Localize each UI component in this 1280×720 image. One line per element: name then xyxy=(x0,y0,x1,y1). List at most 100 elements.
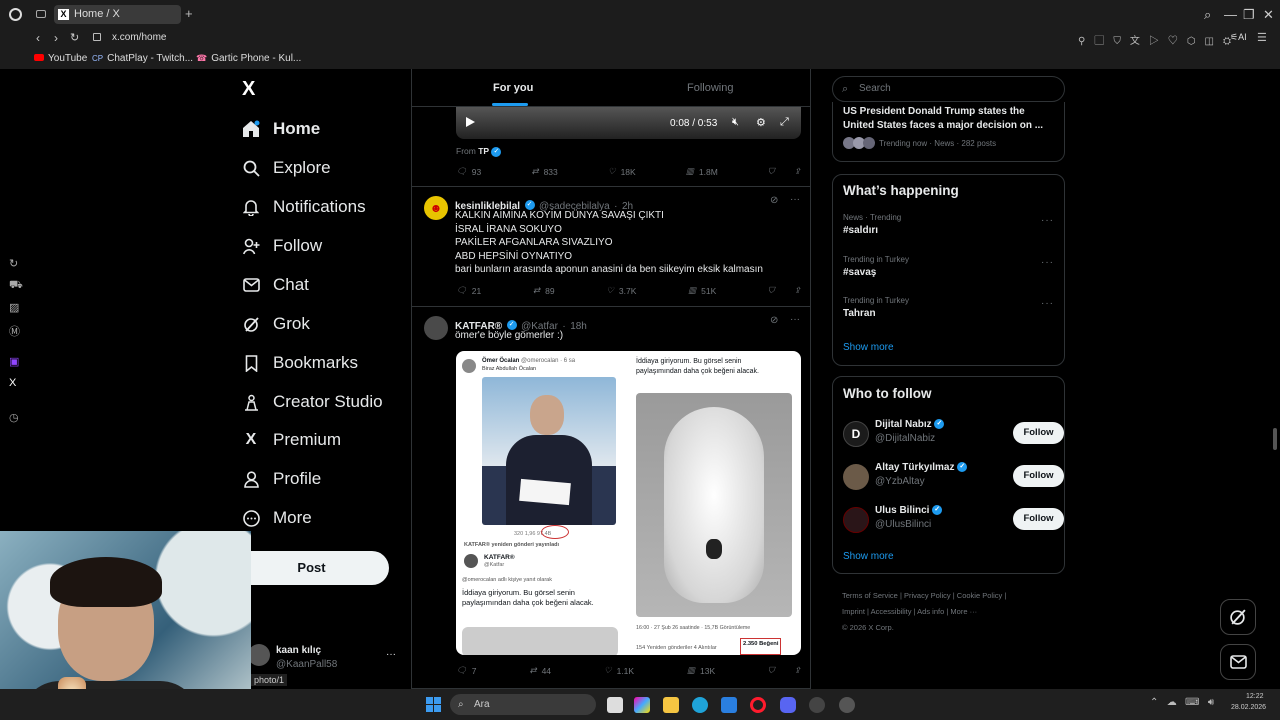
browser-tab[interactable]: X Home / X xyxy=(54,5,181,24)
tweet[interactable]: KATFAR® ✓ @Katfar · 18h ⊘ ··· ömer'e böy… xyxy=(412,307,810,689)
search-input[interactable]: ⌕ Search xyxy=(832,76,1065,102)
forward-icon[interactable]: › xyxy=(54,31,58,45)
url-field[interactable]: x.com/home xyxy=(112,32,166,43)
settings-icon[interactable]: ⚙︎ xyxy=(756,116,766,129)
messenger-icon[interactable]: Ⓜ xyxy=(9,323,20,339)
show-more-link[interactable]: Show more xyxy=(843,551,894,562)
like-button[interactable]: ♡ 18K xyxy=(608,166,636,177)
follow-button[interactable]: Follow xyxy=(1013,508,1064,530)
nav-bookmarks[interactable]: Bookmarks xyxy=(242,348,358,378)
tab-following[interactable]: Following xyxy=(687,82,733,94)
follow-suggestion[interactable]: D Dijital Nabız ✓ @DijitalNabiz Follow xyxy=(843,419,1064,449)
nav-home[interactable]: Home xyxy=(242,114,320,144)
avatar[interactable] xyxy=(424,316,448,340)
nav-premium[interactable]: X Premium xyxy=(242,425,341,455)
top-story-card[interactable]: US President Donald Trump states the Uni… xyxy=(832,102,1065,162)
footer-link[interactable]: Imprint xyxy=(842,607,865,616)
reply-button[interactable]: 🗨︎ 7 xyxy=(456,665,477,676)
views-button[interactable]: ▥ 13K xyxy=(687,665,715,676)
minimize-icon[interactable]: — xyxy=(1224,7,1237,22)
maximize-icon[interactable]: ❐ xyxy=(1243,7,1255,23)
footer-link[interactable]: Accessibility xyxy=(871,607,912,616)
share-icon[interactable]: ⇪ xyxy=(794,166,801,177)
nav-grok[interactable]: Grok xyxy=(242,309,310,339)
messages-float-button[interactable] xyxy=(1220,644,1256,680)
more-icon[interactable]: ··· xyxy=(790,314,800,325)
menu-icon[interactable]: ☰ xyxy=(1257,31,1267,44)
bookmark-icon[interactable]: ⛉ xyxy=(768,166,774,177)
nav-more[interactable]: More xyxy=(242,503,312,533)
bookmark-gartic[interactable]: ☎ Gartic Phone - Kul... xyxy=(196,53,301,64)
account-switcher[interactable]: kaan kılıç @KaanPall58 ··· xyxy=(248,640,408,676)
bookmark-chatplay[interactable]: CP ChatPlay - Twitch... xyxy=(92,53,193,64)
x-sidebar-icon[interactable]: X xyxy=(9,377,16,389)
back-icon[interactable]: ‹ xyxy=(36,31,40,45)
opera-icon[interactable] xyxy=(750,697,766,713)
twitch-icon[interactable]: ▣ xyxy=(9,355,19,368)
nav-follow[interactable]: Follow xyxy=(242,231,322,261)
views-button[interactable]: ▥ 51K xyxy=(688,285,716,296)
nav-chat[interactable]: Chat xyxy=(242,270,309,300)
bookmark-icon[interactable]: ⛉ xyxy=(768,665,774,676)
footer-link[interactable]: Terms of Service xyxy=(842,591,898,600)
tweet[interactable]: ☻ kesinliklebilal ✓ @sadecebilalya · 2h … xyxy=(412,187,810,307)
clock-date[interactable]: 28.02.2026 xyxy=(1231,704,1266,711)
avatar[interactable]: ☻ xyxy=(424,196,448,220)
follow-suggestion[interactable]: Ulus Bilinci ✓ @UlusBilinci Follow xyxy=(843,505,1064,535)
close-icon[interactable]: ✕ xyxy=(1263,7,1274,23)
grok-icon[interactable]: ⊘ xyxy=(770,315,778,326)
aria-icon[interactable]: ⛟ xyxy=(9,279,23,293)
task-view-icon[interactable] xyxy=(607,697,623,713)
clock-icon[interactable]: ◷ xyxy=(9,411,19,424)
discord-icon[interactable] xyxy=(780,697,796,713)
grok-icon[interactable]: ⊘ xyxy=(770,195,778,206)
steam-icon[interactable] xyxy=(839,697,855,713)
play-icon[interactable] xyxy=(466,117,475,127)
like-button[interactable]: ♡ 1.1K xyxy=(604,665,634,676)
mute-icon[interactable]: 🔇︎ xyxy=(732,116,739,129)
grok-float-button[interactable] xyxy=(1220,599,1256,635)
clock-time[interactable]: 12:22 xyxy=(1246,693,1264,700)
copilot-icon[interactable] xyxy=(634,697,650,713)
footer-link[interactable]: Privacy Policy xyxy=(904,591,951,600)
reply-button[interactable]: 🗨︎ 21 xyxy=(456,285,481,296)
footer-link[interactable]: More ··· xyxy=(950,607,977,616)
nav-notifications[interactable]: Notifications xyxy=(242,192,366,222)
tweet-time[interactable]: 18h xyxy=(570,321,587,332)
footer-link[interactable]: Ads info xyxy=(917,607,944,616)
search-icon[interactable]: ⌕ xyxy=(1204,7,1211,23)
nav-explore[interactable]: Explore xyxy=(242,153,331,183)
tray-icons[interactable]: ⌃ ☁ ⌨ 🔊︎ xyxy=(1150,697,1214,708)
repost-button[interactable]: ⇄ 89 xyxy=(533,285,555,296)
new-tab-button[interactable]: + xyxy=(185,6,193,21)
edge-icon[interactable] xyxy=(692,697,708,713)
share-icon[interactable]: ⇪ xyxy=(794,285,801,296)
history-icon[interactable]: ↻ xyxy=(9,257,18,270)
views-button[interactable]: ▥ 1.8M xyxy=(686,166,718,177)
follow-suggestion[interactable]: Altay Türkyılmaz ✓ @YzbAltay Follow xyxy=(843,462,1064,492)
repost-button[interactable]: ⇄ 44 xyxy=(529,665,551,676)
video-player[interactable]: 0:08 / 0:53 🔇︎ ⚙︎ ⤢ xyxy=(456,107,801,139)
share-icon[interactable]: ⇪ xyxy=(794,665,801,676)
more-icon[interactable]: ··· xyxy=(1041,215,1054,226)
start-icon[interactable] xyxy=(426,697,441,712)
reload-icon[interactable]: ↻ xyxy=(70,31,79,44)
more-icon[interactable]: ··· xyxy=(790,194,800,205)
aria-ai-button[interactable]: ⚟AI xyxy=(1230,32,1247,43)
x-logo[interactable]: X xyxy=(242,78,255,101)
obs-icon[interactable] xyxy=(809,697,825,713)
footer-link[interactable]: Cookie Policy xyxy=(957,591,1002,600)
tweet-image[interactable]: Ömer Öcalan @omerocalan · 6 sa Biraz Abd… xyxy=(456,351,801,655)
nav-creator-studio[interactable]: Creator Studio xyxy=(242,387,383,417)
source-name[interactable]: TP xyxy=(478,146,489,156)
trend-item[interactable]: Trending in Turkey #savaş ··· xyxy=(843,255,1058,278)
follow-button[interactable]: Follow xyxy=(1013,465,1064,487)
like-button[interactable]: ♡ 3.7K xyxy=(606,285,636,296)
store-icon[interactable] xyxy=(721,697,737,713)
more-icon[interactable]: ··· xyxy=(1041,257,1054,268)
show-more-link[interactable]: Show more xyxy=(843,342,894,353)
taskbar-search[interactable]: ⌕ Ara xyxy=(450,694,596,715)
tab-for-you[interactable]: For you xyxy=(493,82,533,94)
pinboard-icon[interactable]: ▨ xyxy=(9,301,19,314)
scrollbar[interactable] xyxy=(1273,428,1277,450)
